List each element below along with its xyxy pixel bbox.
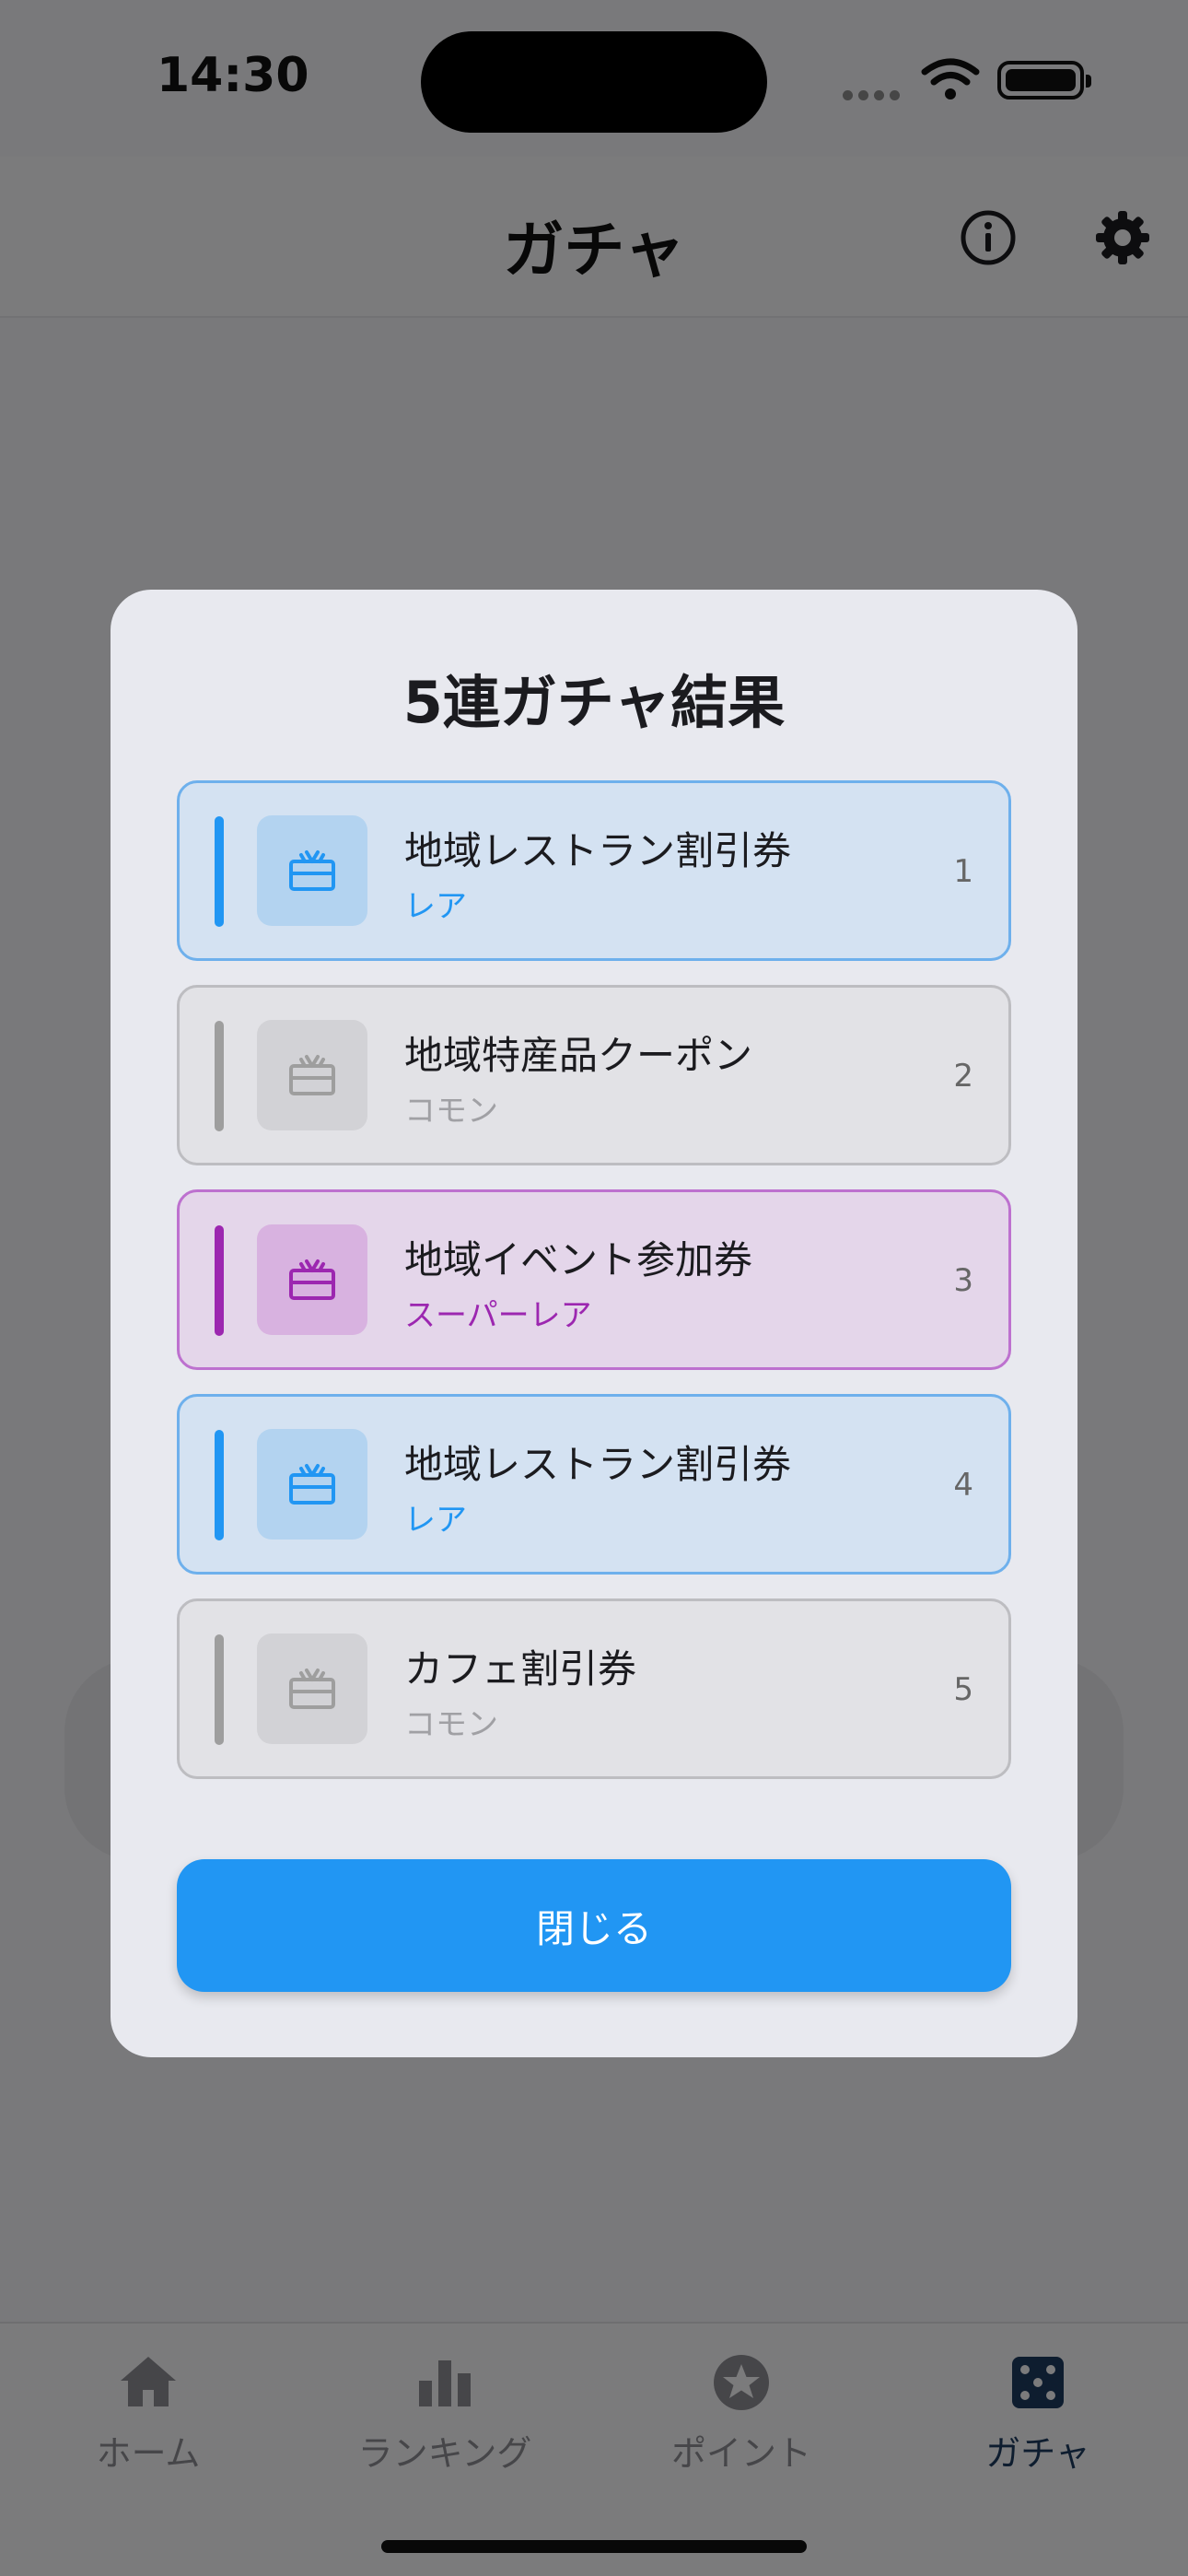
item-icon-box [257, 1633, 367, 1744]
item-icon-box [257, 1020, 367, 1130]
item-name: 地域レストラン割引券 [404, 1442, 792, 1487]
gacha-screen: 14:30 ガチャ [0, 0, 1188, 2576]
rarity-accent-bar [215, 1021, 224, 1131]
result-card: 地域レストラン割引券 レア 4 [177, 1394, 1011, 1575]
close-button[interactable]: 閉じる [177, 1859, 1011, 1992]
item-name: カフェ割引券 [404, 1646, 637, 1692]
result-card: 地域レストラン割引券 レア 1 [177, 780, 1011, 961]
item-name: 地域特産品クーポン [404, 1033, 753, 1078]
item-rarity: レア [404, 888, 467, 925]
gift-card-icon [289, 1259, 335, 1300]
item-index: 4 [953, 1467, 973, 1504]
item-name: 地域レストラン割引券 [404, 828, 792, 873]
item-index: 1 [953, 853, 973, 890]
result-card: 地域イベント参加券 スーパーレア 3 [177, 1189, 1011, 1370]
gift-card-icon [289, 850, 335, 891]
gift-card-icon [289, 1464, 335, 1505]
modal-title: 5連ガチャ結果 [402, 669, 786, 736]
item-icon-box [257, 1429, 367, 1540]
item-rarity: コモン [404, 1093, 498, 1130]
result-card: 地域特産品クーポン コモン 2 [177, 985, 1011, 1165]
rarity-accent-bar [215, 816, 224, 927]
item-index: 3 [953, 1262, 973, 1299]
item-rarity: レア [404, 1502, 467, 1539]
gacha-result-modal: 5連ガチャ結果 地域レストラン割引券 レア 1 地域特産品クーポン コモン 2 … [111, 590, 1077, 2057]
item-icon-box [257, 1224, 367, 1335]
item-rarity: スーパーレア [404, 1297, 592, 1334]
item-index: 2 [953, 1058, 973, 1095]
item-name: 地域イベント参加券 [404, 1237, 753, 1282]
result-card: カフェ割引券 コモン 5 [177, 1598, 1011, 1779]
item-index: 5 [953, 1671, 973, 1708]
item-icon-box [257, 815, 367, 926]
item-rarity: コモン [404, 1706, 498, 1743]
gift-card-icon [289, 1055, 335, 1095]
rarity-accent-bar [215, 1634, 224, 1745]
rarity-accent-bar [215, 1430, 224, 1540]
rarity-accent-bar [215, 1225, 224, 1336]
gift-card-icon [289, 1669, 335, 1709]
